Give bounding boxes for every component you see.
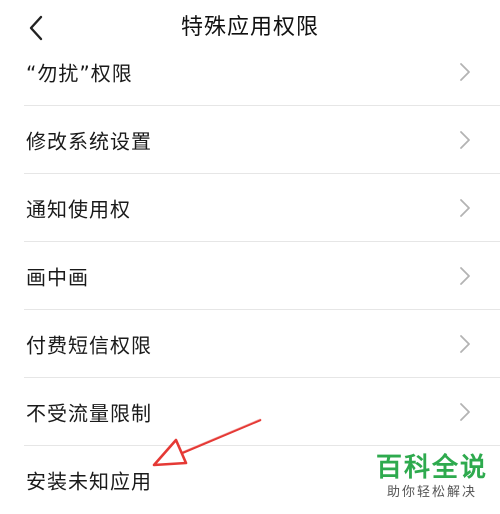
- chevron-right-icon: [460, 131, 470, 149]
- list-item-picture-in-picture[interactable]: 画中画: [0, 242, 500, 310]
- list-item-notification-access[interactable]: 通知使用权: [0, 174, 500, 242]
- watermark-title: 百科全说: [375, 453, 488, 483]
- list-item-label: 画中画: [26, 265, 89, 290]
- list-item-label: 不受流量限制: [26, 401, 152, 426]
- permission-list: “勿扰”权限 修改系统设置 通知使用权 画中画 付费短信权限 不受流量限制 安装…: [0, 38, 500, 514]
- chevron-right-icon: [460, 403, 470, 421]
- list-item-modify-system-settings[interactable]: 修改系统设置: [0, 106, 500, 174]
- list-item-unrestricted-data[interactable]: 不受流量限制: [0, 378, 500, 446]
- list-item-label: 付费短信权限: [26, 333, 152, 358]
- chevron-right-icon: [460, 335, 470, 353]
- watermark-logo: 百科全说 助你轻松解决: [372, 452, 492, 502]
- watermark-subtitle: 助你轻松解决: [386, 485, 477, 500]
- list-item-label: 安装未知应用: [26, 469, 152, 494]
- chevron-right-icon: [460, 199, 470, 217]
- list-item-dnd-permission[interactable]: “勿扰”权限: [0, 38, 500, 106]
- list-item-label: “勿扰”权限: [26, 61, 133, 86]
- chevron-right-icon: [460, 63, 470, 81]
- list-item-label: 通知使用权: [26, 197, 131, 222]
- list-item-premium-sms[interactable]: 付费短信权限: [0, 310, 500, 378]
- chevron-right-icon: [460, 267, 470, 285]
- list-item-label: 修改系统设置: [26, 129, 152, 154]
